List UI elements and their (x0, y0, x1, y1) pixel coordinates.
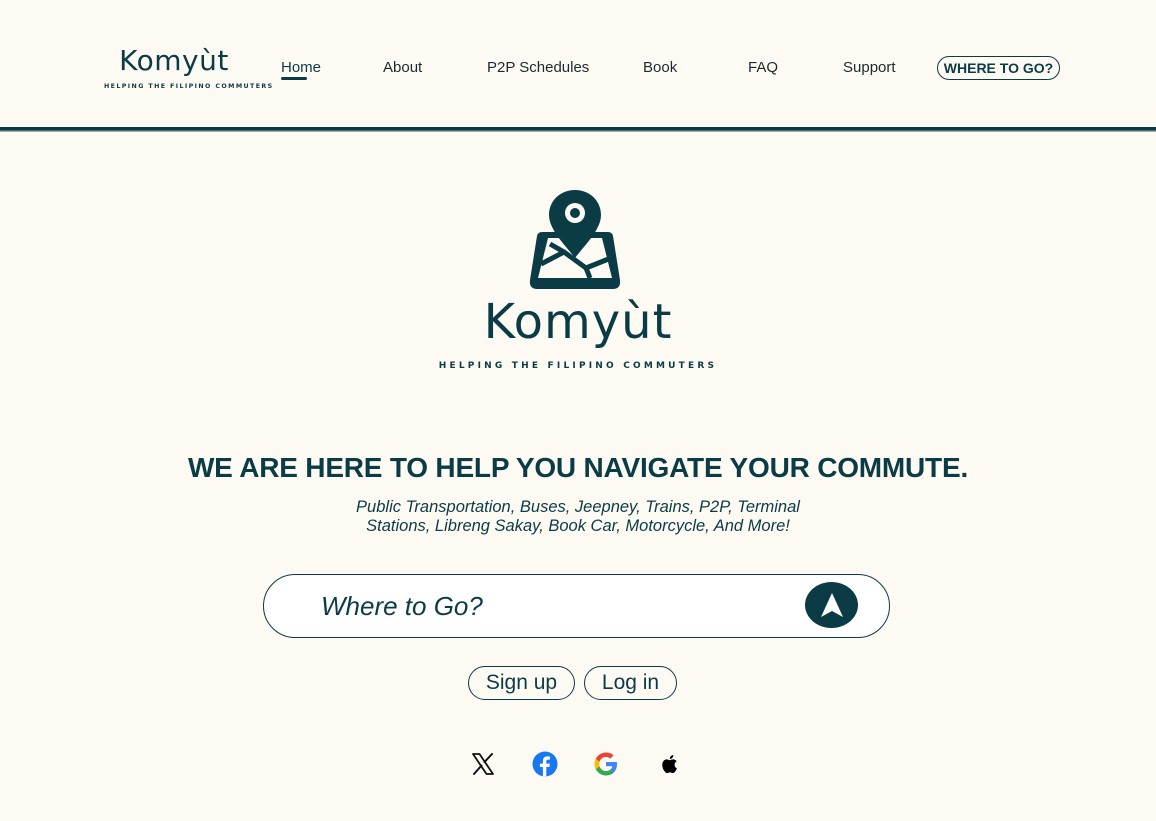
header-divider (0, 127, 1156, 132)
nav-faq[interactable]: FAQ (748, 59, 778, 77)
search-input[interactable] (321, 587, 791, 625)
search-bar (263, 574, 890, 638)
hero-logo-wordmark: Komyùt (483, 294, 673, 350)
nav-home[interactable]: Home (281, 59, 321, 77)
header: Komyùt HELPING THE FILIPINO COMMUTERS Ho… (0, 0, 1156, 132)
google-icon[interactable] (592, 750, 620, 778)
apple-icon[interactable] (655, 750, 683, 778)
hero-logo-tagline: HELPING THE FILIPINO COMMUTERS (438, 361, 718, 371)
where-to-go-button[interactable]: WHERE TO GO? (937, 56, 1060, 80)
navigation-arrow-icon (820, 593, 843, 617)
signup-button[interactable]: Sign up (468, 666, 575, 700)
facebook-icon[interactable] (531, 750, 559, 778)
x-icon[interactable] (469, 750, 497, 778)
hero-subline: Public Transportation, Buses, Jeepney, T… (356, 498, 800, 535)
header-logo[interactable]: Komyùt HELPING THE FILIPINO COMMUTERS (104, 44, 274, 90)
nav-book[interactable]: Book (643, 59, 677, 77)
page: Komyùt HELPING THE FILIPINO COMMUTERS Ho… (0, 0, 1156, 821)
search-go-button[interactable] (805, 582, 858, 628)
nav-p2p-schedules[interactable]: P2P Schedules (487, 59, 589, 77)
map-pin-icon (528, 188, 622, 292)
nav-active-indicator (281, 77, 307, 80)
header-logo-tagline: HELPING THE FILIPINO COMMUTERS (104, 83, 274, 90)
nav-about[interactable]: About (383, 59, 422, 77)
login-button[interactable]: Log in (584, 666, 677, 700)
hero-headline: WE ARE HERE TO HELP YOU NAVIGATE YOUR CO… (187, 452, 969, 483)
header-logo-wordmark: Komyùt (119, 44, 229, 77)
nav-support[interactable]: Support (843, 59, 896, 77)
